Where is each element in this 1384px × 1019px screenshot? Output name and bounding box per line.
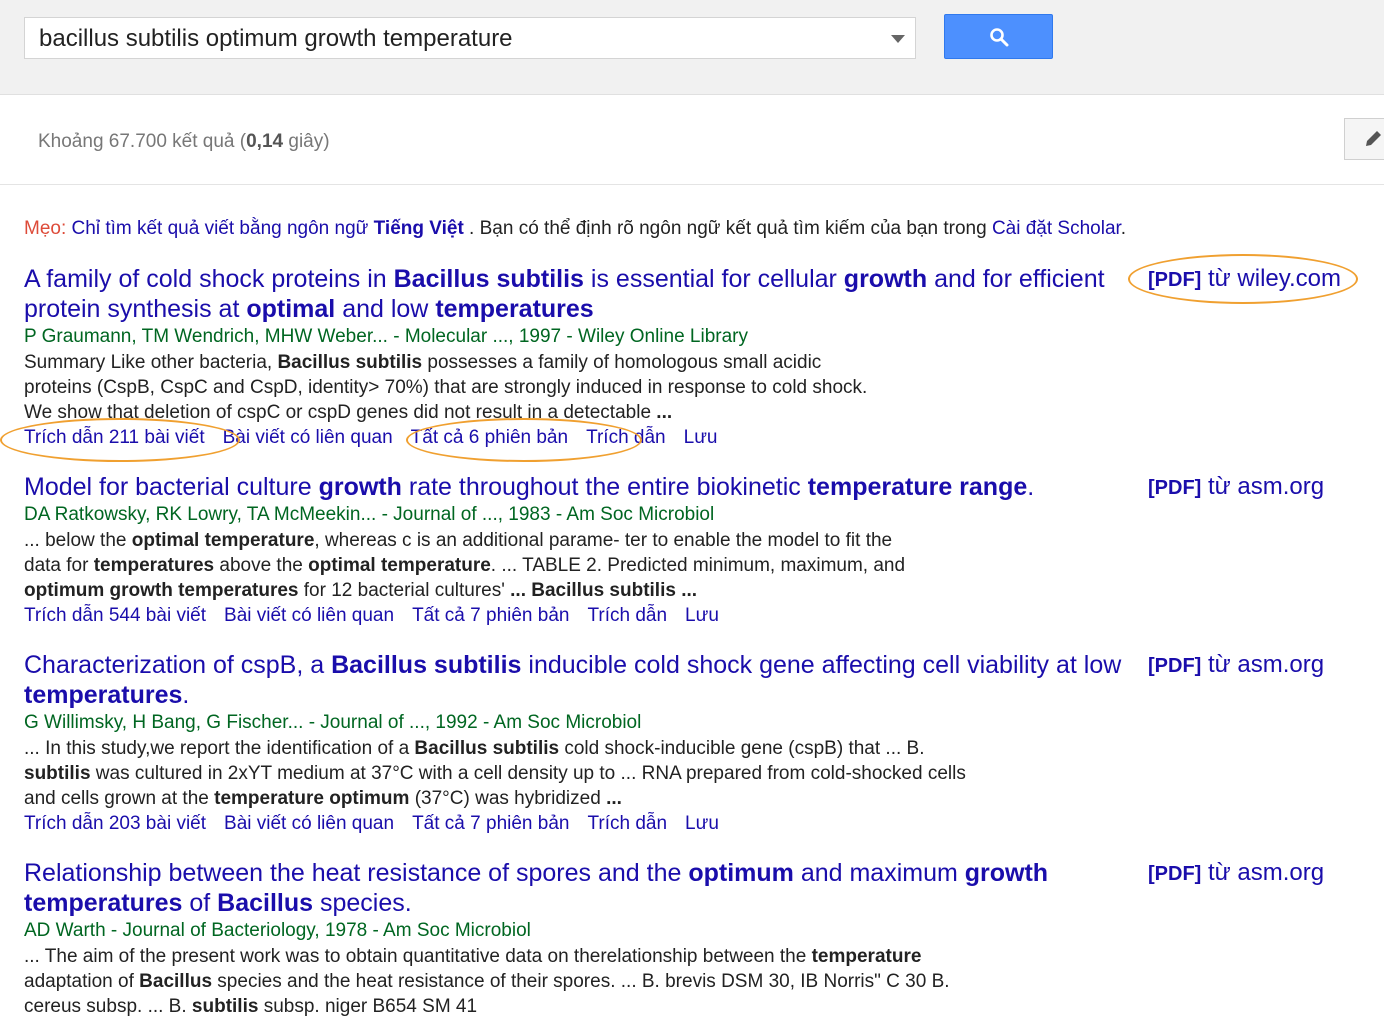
all-versions-link[interactable]: Tất cả 7 phiên bản: [412, 605, 569, 626]
result-authors: G Willimsky, H Bang, G Fischer... - Jour…: [24, 712, 642, 733]
search-button[interactable]: [944, 14, 1053, 59]
related-articles-link[interactable]: Bài viết có liên quan: [224, 605, 394, 626]
result-snippet: ... The aim of the present work was to o…: [24, 946, 950, 1017]
result-snippet: ... In this study,we report the identifi…: [24, 738, 966, 809]
result-authors: AD Warth - Journal of Bacteriology, 1978…: [24, 920, 531, 941]
search-icon: [990, 28, 1009, 47]
search-result: Model for bacterial culture growth rate …: [24, 472, 1124, 629]
cited-by-link[interactable]: Trích dẫn 544 bài viết: [24, 605, 206, 626]
result-actions: Trích dẫn 544 bài viết Bài viết có liên q…: [24, 603, 1124, 629]
divider: [0, 184, 1384, 185]
related-articles-link[interactable]: Bài viết có liên quan: [223, 427, 393, 448]
result-title-link[interactable]: Relationship between the heat resistance…: [24, 858, 1124, 918]
top-bar: [0, 0, 1384, 95]
result-authors: P Graumann, TM Wendrich, MHW Weber... - …: [24, 326, 749, 347]
result-authors: DA Ratkowsky, RK Lowry, TA McMeekin... -…: [24, 504, 715, 525]
cite-link[interactable]: Trích dẫn: [587, 813, 667, 834]
pdf-link[interactable]: [PDF] từ asm.org: [1148, 473, 1324, 501]
highlight-ellipse: [0, 418, 240, 462]
scholar-settings-link[interactable]: Cài đặt Scholar: [992, 218, 1121, 239]
save-link[interactable]: Lưu: [684, 427, 718, 448]
search-result: Characterization of cspB, a Bacillus sub…: [24, 650, 1124, 837]
highlight-ellipse: [406, 418, 642, 462]
search-box[interactable]: [24, 17, 916, 60]
result-snippet: Summary Like other bacteria, Bacillus su…: [24, 352, 868, 423]
edit-button[interactable]: [1344, 118, 1384, 160]
search-input[interactable]: [37, 18, 881, 60]
tip-label: Mẹo:: [24, 218, 67, 239]
related-articles-link[interactable]: Bài viết có liên quan: [224, 813, 394, 834]
tip-language-link[interactable]: Chỉ tìm kết quả viết bằng ngôn ngữ Tiếng…: [72, 218, 464, 239]
cite-link[interactable]: Trích dẫn: [587, 605, 667, 626]
all-versions-link[interactable]: Tất cả 7 phiên bản: [412, 813, 569, 834]
result-title-link[interactable]: Model for bacterial culture growth rate …: [24, 472, 1124, 502]
pdf-link[interactable]: [PDF] từ asm.org: [1148, 859, 1324, 887]
pencil-icon: [1366, 131, 1381, 146]
language-tip: Mẹo: Chỉ tìm kết quả viết bằng ngôn ngữ …: [24, 218, 1127, 239]
save-link[interactable]: Lưu: [685, 605, 719, 626]
result-title-link[interactable]: Characterization of cspB, a Bacillus sub…: [24, 650, 1124, 710]
highlight-ellipse: [1128, 254, 1358, 304]
result-title-link[interactable]: A family of cold shock proteins in Bacil…: [24, 264, 1124, 324]
result-actions: Trích dẫn 203 bài viết Bài viết có liên q…: [24, 811, 1124, 837]
result-snippet: ... below the optimal temperature, where…: [24, 530, 906, 601]
cited-by-link[interactable]: Trích dẫn 203 bài viết: [24, 813, 206, 834]
chevron-down-icon[interactable]: [891, 35, 905, 43]
save-link[interactable]: Lưu: [685, 813, 719, 834]
pdf-link[interactable]: [PDF] từ asm.org: [1148, 651, 1324, 679]
search-result: Relationship between the heat resistance…: [24, 858, 1124, 1019]
result-stats: Khoảng 67.700 kết quả (0,14 giây): [38, 131, 330, 152]
